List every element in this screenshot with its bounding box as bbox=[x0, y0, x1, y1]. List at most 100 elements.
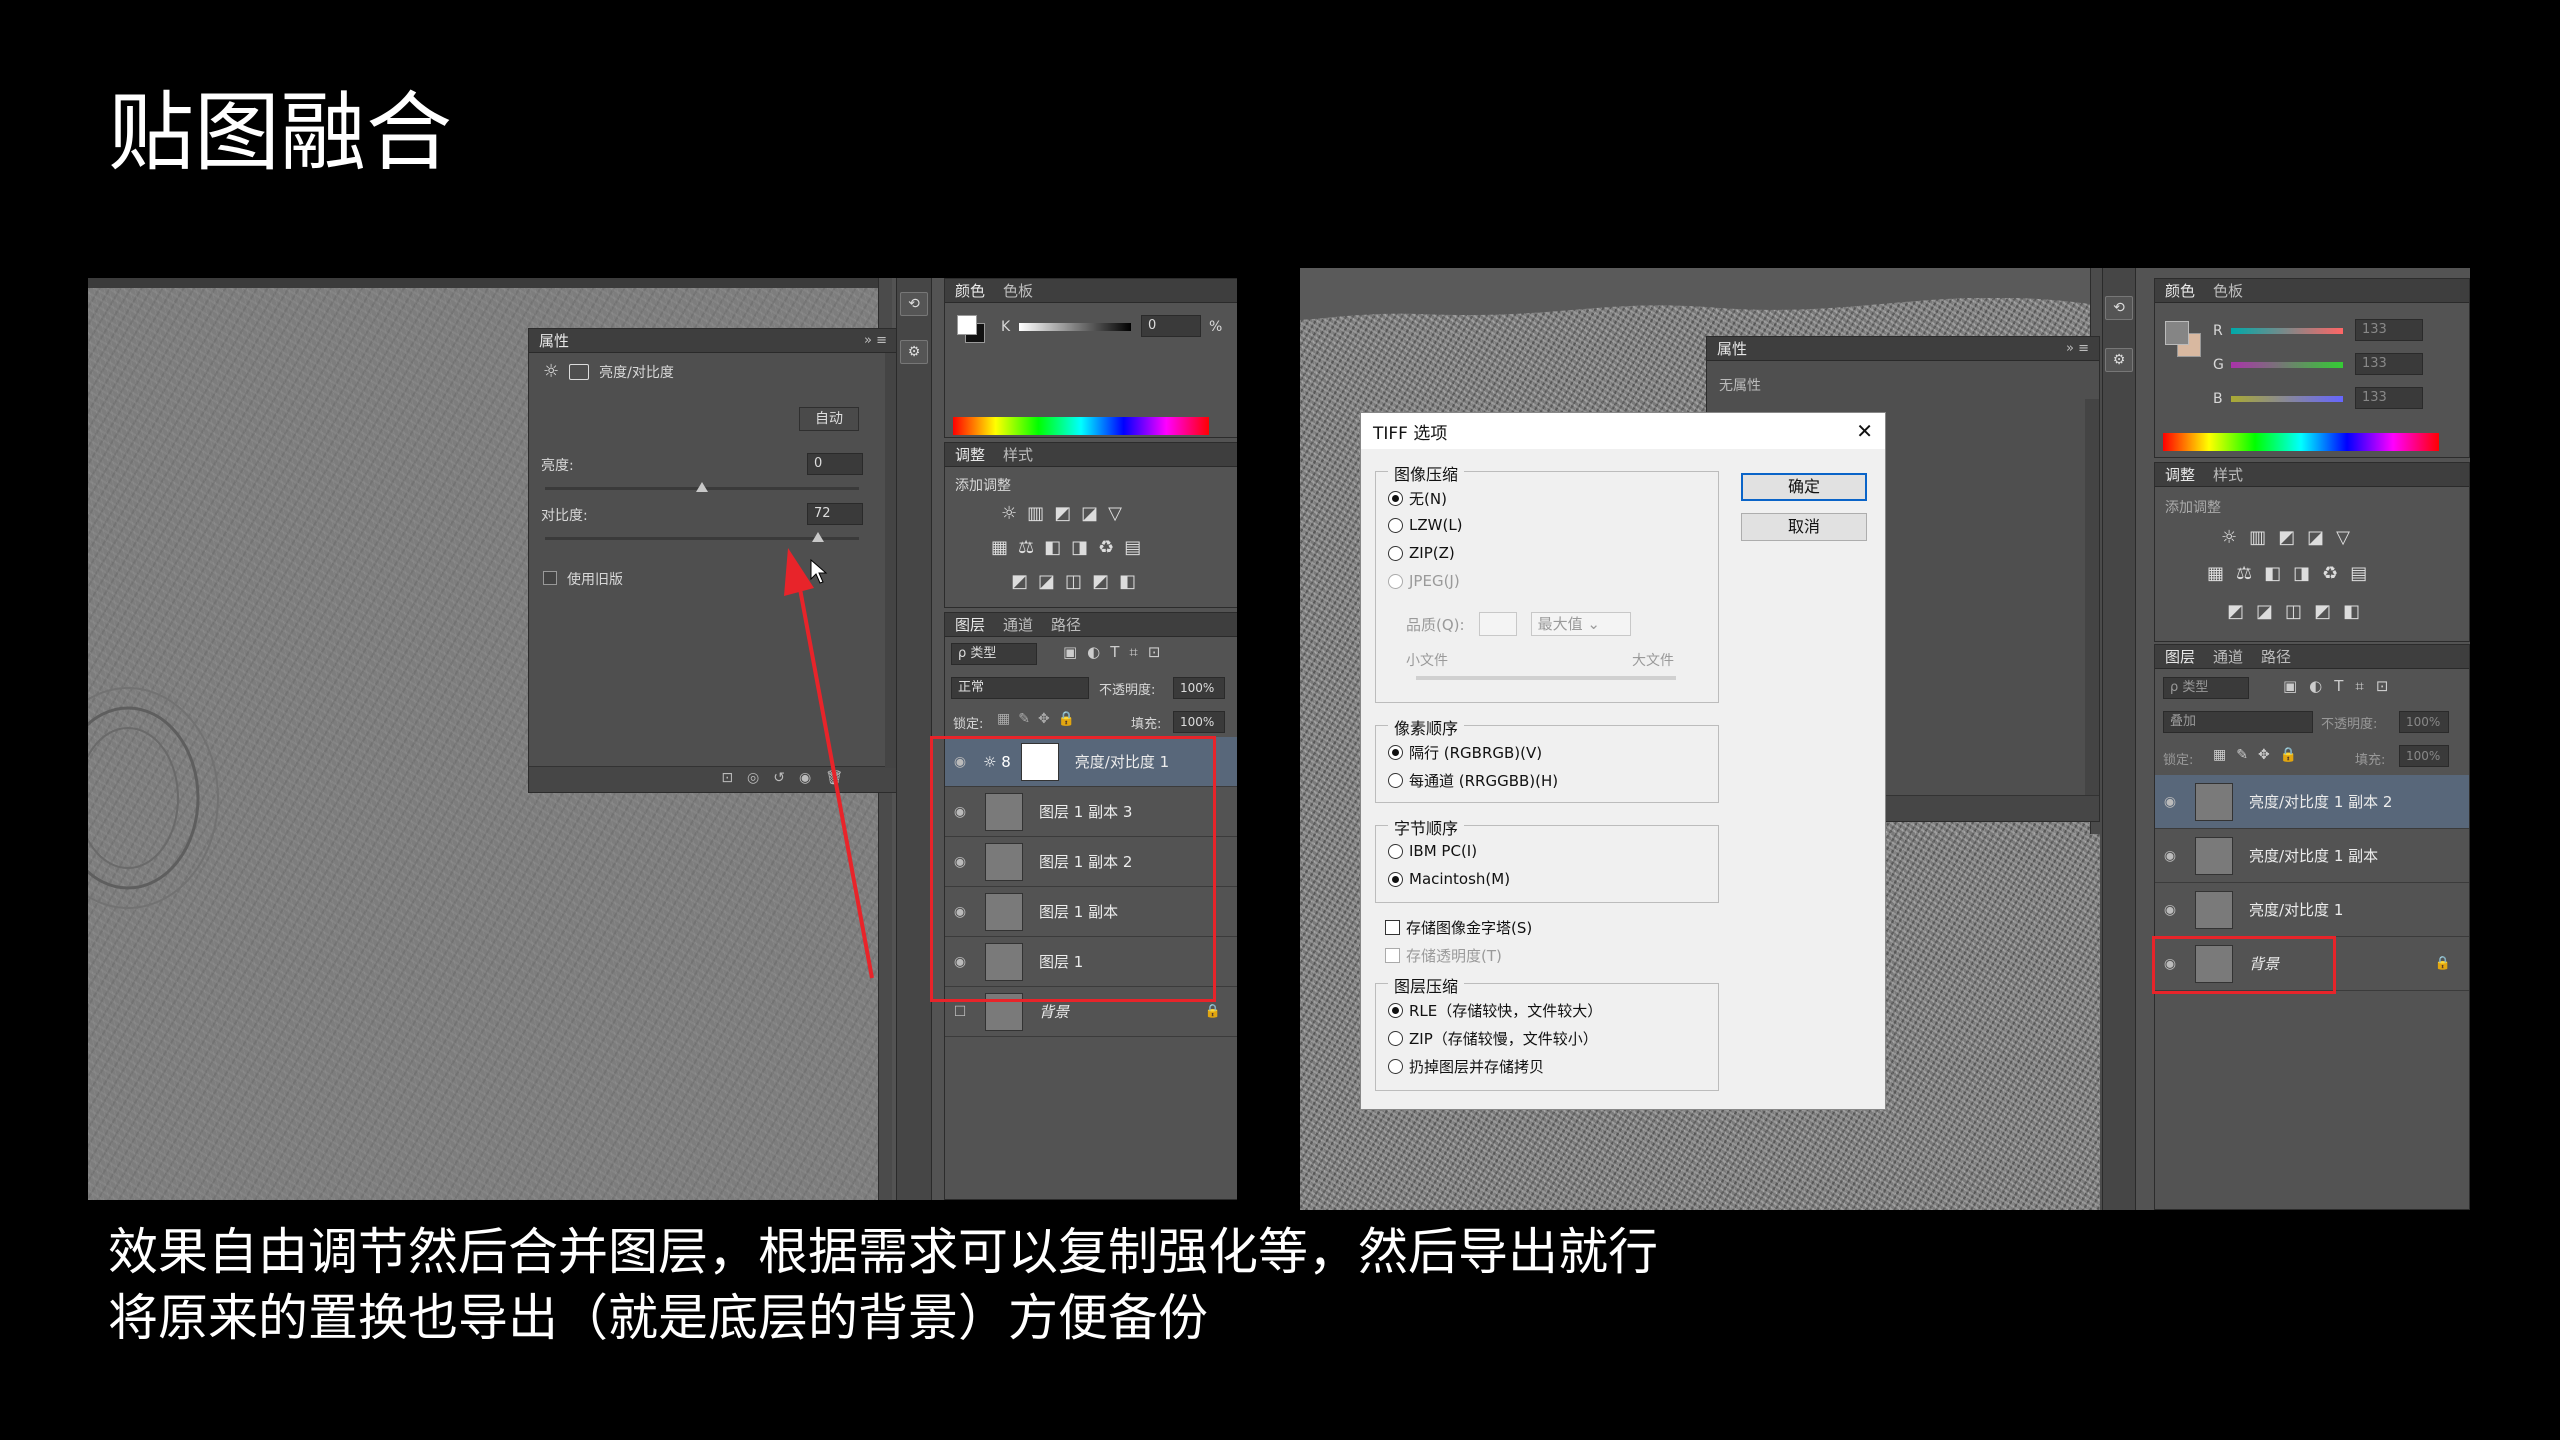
paths-tab[interactable]: 路径 bbox=[1051, 614, 1081, 635]
styles-tab[interactable]: 样式 bbox=[1003, 444, 1033, 465]
fill-input[interactable]: 100% bbox=[1173, 711, 1225, 733]
adjust-icons-row3[interactable]: ◩◪◫◩◧ bbox=[2227, 601, 2372, 622]
blend-mode-select[interactable]: 正常 bbox=[951, 677, 1089, 699]
paths-tab[interactable]: 路径 bbox=[2261, 646, 2291, 667]
adjustments-panel: 调整 样式 添加调整 ☼▥◩◪▽ ▦⚖◧◨♻▤ ◩◪◫◩◧ bbox=[944, 442, 1237, 608]
fg-bg-swatch[interactable] bbox=[2165, 321, 2203, 359]
add-adjust-label: 添加调整 bbox=[955, 478, 1011, 494]
properties-scrollbar[interactable] bbox=[2085, 399, 2099, 799]
discard-layers-option[interactable]: 扔掉图层并存储拷贝 bbox=[1388, 1056, 1544, 1077]
properties-tab[interactable]: 属性 bbox=[539, 330, 569, 351]
channels-tab[interactable]: 通道 bbox=[2213, 646, 2243, 667]
brightness-input[interactable]: 0 bbox=[807, 453, 863, 475]
dialog-title: TIFF 选项 bbox=[1373, 423, 1448, 444]
b-slider[interactable] bbox=[2231, 396, 2343, 402]
comp-none-option[interactable]: 无(N) bbox=[1388, 488, 1447, 509]
properties-panel-header: 属性 » ≡ bbox=[529, 329, 897, 353]
layer-compression-label: 图层压缩 bbox=[1388, 973, 1465, 997]
comp-lzw-option[interactable]: LZW(L) bbox=[1388, 516, 1463, 534]
panel-menu-icon[interactable]: » ≡ bbox=[864, 333, 887, 348]
swatches-tab[interactable]: 色板 bbox=[2213, 280, 2243, 301]
styles-tab[interactable]: 样式 bbox=[2213, 464, 2243, 485]
brightness-slider-thumb[interactable] bbox=[696, 482, 708, 492]
r-slider[interactable] bbox=[2231, 328, 2343, 334]
b-input[interactable]: 133 bbox=[2355, 387, 2423, 409]
rle-option[interactable]: RLE（存储较快，文件较大） bbox=[1388, 1000, 1602, 1021]
layer-thumbnail[interactable] bbox=[2195, 890, 2233, 929]
channels-tab[interactable]: 通道 bbox=[1003, 614, 1033, 635]
lock-icons[interactable]: ▦✎✥🔒 bbox=[997, 711, 1083, 727]
layer-filter-select[interactable]: ρ 类型 bbox=[2163, 677, 2249, 699]
adjust-tab[interactable]: 调整 bbox=[2165, 464, 2195, 485]
save-pyramid-checkbox[interactable]: 存储图像金字塔(S) bbox=[1385, 917, 1532, 938]
k-input[interactable]: 0 bbox=[1141, 315, 1201, 337]
filter-icons[interactable]: ▣◐T⌗⊡ bbox=[2283, 677, 2400, 695]
color-spectrum[interactable] bbox=[953, 417, 1209, 435]
cancel-button[interactable]: 取消 bbox=[1741, 513, 1867, 541]
visibility-eye-icon[interactable]: ◉ bbox=[2155, 794, 2185, 810]
opacity-input[interactable]: 100% bbox=[2399, 711, 2449, 733]
legacy-checkbox[interactable] bbox=[543, 571, 557, 585]
interleaved-option[interactable]: 隔行 (RGBRGB)(V) bbox=[1388, 742, 1542, 763]
macintosh-option[interactable]: Macintosh(M) bbox=[1388, 870, 1510, 888]
contrast-input[interactable]: 72 bbox=[807, 503, 863, 525]
g-slider[interactable] bbox=[2231, 362, 2343, 368]
fg-bg-swatch[interactable] bbox=[957, 315, 987, 345]
comp-zip-option[interactable]: ZIP(Z) bbox=[1388, 544, 1455, 562]
r-input[interactable]: 133 bbox=[2355, 319, 2423, 341]
ibm-pc-option[interactable]: IBM PC(I) bbox=[1388, 842, 1477, 860]
fill-label: 填充: bbox=[2355, 753, 2386, 768]
visibility-eye-icon[interactable]: ◉ bbox=[2155, 848, 2185, 864]
adjust-icons-row2[interactable]: ▦⚖◧◨♻▤ bbox=[2207, 563, 2379, 584]
color-tab[interactable]: 颜色 bbox=[2165, 280, 2195, 301]
adjust-tab[interactable]: 调整 bbox=[955, 444, 985, 465]
layer-row[interactable]: ◉ 亮度/对比度 1 副本 bbox=[2155, 829, 2469, 883]
layer-thumbnail[interactable] bbox=[2195, 782, 2233, 821]
save-transparency-checkbox[interactable]: 存储透明度(T) bbox=[1385, 945, 1502, 966]
close-icon[interactable]: ✕ bbox=[1856, 419, 1873, 443]
history-icon[interactable]: ⟲ bbox=[2105, 296, 2133, 320]
color-tab[interactable]: 颜色 bbox=[955, 280, 985, 301]
percent-label: % bbox=[1209, 319, 1223, 335]
properties-icon[interactable]: ⚙ bbox=[900, 340, 928, 364]
filter-icons[interactable]: ▣◐T⌗⊡ bbox=[1063, 643, 1170, 661]
quality-slider[interactable] bbox=[1416, 676, 1676, 680]
color-spectrum[interactable] bbox=[2163, 433, 2439, 451]
quality-row: 品质(Q): 最大值 ⌄ bbox=[1406, 612, 1631, 636]
comp-jpeg-option[interactable]: JPEG(J) bbox=[1388, 572, 1460, 590]
quality-select[interactable]: 最大值 ⌄ bbox=[1530, 612, 1631, 636]
visibility-eye-icon[interactable]: ◉ bbox=[2155, 902, 2185, 918]
lock-label: 锁定: bbox=[2163, 753, 2194, 768]
opacity-input[interactable]: 100% bbox=[1173, 677, 1225, 699]
adjust-icons-row2[interactable]: ▦⚖◧◨♻▤ bbox=[991, 537, 1151, 558]
visibility-eye-icon[interactable]: ☐ bbox=[945, 1004, 975, 1020]
g-input[interactable]: 133 bbox=[2355, 353, 2423, 375]
swatches-tab[interactable]: 色板 bbox=[1003, 280, 1033, 301]
lock-icons[interactable]: ▦✎✥🔒 bbox=[2213, 747, 2307, 763]
adjust-icons-row3[interactable]: ◩◪◫◩◧ bbox=[1011, 571, 1146, 592]
history-icon[interactable]: ⟲ bbox=[900, 292, 928, 316]
layer-row[interactable]: ◉ 亮度/对比度 1 bbox=[2155, 883, 2469, 937]
fill-input[interactable]: 100% bbox=[2399, 745, 2449, 767]
blend-mode-select[interactable]: 叠加 bbox=[2163, 711, 2313, 733]
adjust-icons-row1[interactable]: ☼▥◩◪▽ bbox=[2221, 527, 2362, 548]
layers-tab[interactable]: 图层 bbox=[955, 614, 985, 635]
layer-compression-group: 图层压缩 RLE（存储较快，文件较大） ZIP（存储较慢，文件较小） 扔掉图层并… bbox=[1375, 973, 1719, 1091]
adjust-icons-row1[interactable]: ☼▥◩◪▽ bbox=[1001, 503, 1132, 524]
zip-layers-option[interactable]: ZIP（存储较慢，文件较小） bbox=[1388, 1028, 1598, 1049]
lock-icon[interactable]: 🔒 bbox=[1205, 1004, 1221, 1019]
per-channel-option[interactable]: 每通道 (RRGGBB)(H) bbox=[1388, 770, 1558, 791]
panel-menu-icon[interactable]: » ≡ bbox=[2066, 341, 2089, 356]
auto-button[interactable]: 自动 bbox=[799, 407, 859, 431]
lock-icon[interactable]: 🔒 bbox=[2435, 956, 2451, 971]
layer-thumbnail[interactable] bbox=[2195, 836, 2233, 875]
ok-button[interactable]: 确定 bbox=[1741, 473, 1867, 501]
k-slider[interactable] bbox=[1019, 323, 1131, 331]
properties-tab[interactable]: 属性 bbox=[1717, 338, 1747, 359]
layer-row[interactable]: ◉ 亮度/对比度 1 副本 2 bbox=[2155, 775, 2469, 829]
layer-filter-select[interactable]: ρ 类型 bbox=[951, 643, 1037, 665]
layers-tab[interactable]: 图层 bbox=[2165, 646, 2195, 667]
properties-icon[interactable]: ⚙ bbox=[2105, 348, 2133, 372]
contrast-slider-thumb[interactable] bbox=[812, 532, 825, 542]
quality-input[interactable] bbox=[1478, 612, 1517, 636]
